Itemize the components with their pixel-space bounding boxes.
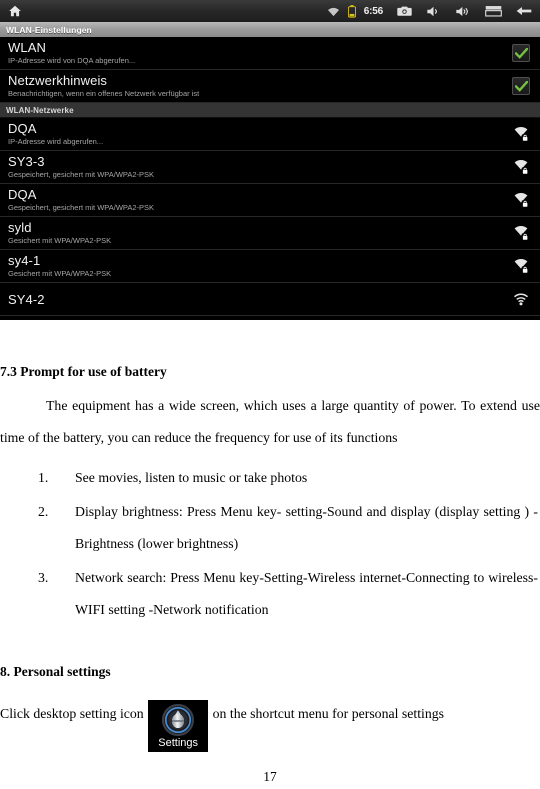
settings-app-icon[interactable]: Settings [148, 700, 209, 752]
network-status: IP-Adresse wird abgerufen... [8, 137, 104, 146]
network-ssid: SY3-3 [8, 154, 45, 169]
wifi-icon [327, 6, 340, 17]
paragraph-battery-intro: The equipment has a wide screen, which u… [0, 398, 540, 445]
network-signal [512, 158, 530, 176]
home-icon[interactable] [8, 4, 22, 18]
network-row[interactable]: SY4-2 [0, 283, 540, 316]
list-item: 2. Display brightness: Press Menu key- s… [0, 496, 540, 560]
network-text: DQA Gespeichert, gesichert mit WPA/WPA2-… [8, 187, 504, 213]
network-ssid: syld [8, 220, 32, 235]
list-item-number: 2. [38, 504, 49, 519]
section-header-wlan-networks: WLAN-Netzwerke [0, 103, 540, 118]
network-status: Gesichert mit WPA/WPA2-PSK [8, 236, 112, 245]
preference-row-network-notification[interactable]: Netzwerkhinweis Benachrichtigen, wenn ei… [0, 70, 540, 103]
network-signal [512, 191, 530, 209]
wifi-secured-icon [512, 257, 530, 275]
network-text: SY4-2 [8, 292, 504, 307]
preference-subtitle: IP-Adresse wird von DQA abgerufen... [8, 56, 136, 65]
wifi-secured-icon [512, 125, 530, 143]
preference-title: WLAN [8, 40, 46, 55]
list-item-text: Network search: Press Menu key-Setting-W… [75, 570, 538, 617]
preference-title: Netzwerkhinweis [8, 73, 108, 88]
battery-tips-list: 1. See movies, listen to music or take p… [0, 462, 540, 626]
network-row[interactable]: DQA IP-Adresse wird abgerufen... [0, 118, 540, 151]
settings-instruction-suffix: on the shortcut menu for personal settin… [212, 706, 445, 721]
wifi-secured-icon [512, 224, 530, 242]
recent-apps-icon[interactable] [485, 5, 502, 17]
status-bar-right: 6:56 [327, 4, 532, 18]
preference-control [512, 44, 530, 62]
list-item: 3. Network search: Press Menu key-Settin… [0, 562, 540, 626]
settings-instruction-line: Click desktop setting icon Settings on t… [0, 698, 540, 752]
network-signal [512, 257, 530, 275]
heading-8: 8. Personal settings [0, 664, 111, 679]
status-bar-clock: 6:56 [363, 5, 383, 17]
wifi-open-icon [512, 290, 530, 308]
network-notification-checkbox[interactable] [512, 77, 530, 95]
network-status: Gespeichert, gesichert mit WPA/WPA2-PSK [8, 203, 155, 212]
screen-title-bar: WLAN-Einstellungen [0, 22, 540, 37]
network-row[interactable]: SY3-3 Gespeichert, gesichert mit WPA/WPA… [0, 151, 540, 184]
network-row[interactable]: sy4-1 Gesichert mit WPA/WPA2-PSK [0, 250, 540, 283]
network-text: sy4-1 Gesichert mit WPA/WPA2-PSK [8, 253, 504, 279]
settings-icon-label: Settings [158, 737, 199, 749]
preference-subtitle: Benachrichtigen, wenn ein offenes Netzwe… [8, 89, 200, 98]
status-bar: 6:56 [0, 0, 540, 22]
list-item-text: See movies, listen to music or take phot… [75, 470, 308, 485]
wifi-secured-icon [512, 158, 530, 176]
android-screenshot: 6:56 WLAN-Einstellungen WLAN IP-Adresse … [0, 0, 540, 320]
section-header-label: WLAN-Netzwerke [6, 105, 74, 115]
document-body: 7.3 Prompt for use of battery The equipm… [0, 364, 540, 752]
network-row[interactable]: DQA Gespeichert, gesichert mit WPA/WPA2-… [0, 184, 540, 217]
preference-row-wlan[interactable]: WLAN IP-Adresse wird von DQA abgerufen..… [0, 37, 540, 70]
back-arrow-icon[interactable] [516, 5, 532, 17]
network-text: syld Gesichert mit WPA/WPA2-PSK [8, 220, 504, 246]
list-item: 1. See movies, listen to music or take p… [0, 462, 540, 494]
screen-title: WLAN-Einstellungen [6, 24, 92, 35]
network-status: Gespeichert, gesichert mit WPA/WPA2-PSK [8, 170, 155, 179]
camera-icon[interactable] [397, 5, 412, 17]
network-signal [512, 290, 530, 308]
network-text: SY3-3 Gespeichert, gesichert mit WPA/WPA… [8, 154, 504, 180]
network-signal [512, 125, 530, 143]
network-ssid: DQA [8, 121, 37, 136]
network-ssid: SY4-2 [8, 291, 45, 307]
page-number: 17 [263, 769, 277, 784]
wlan-checkbox[interactable] [512, 44, 530, 62]
list-item-text: Display brightness: Press Menu key- sett… [75, 504, 538, 551]
network-status: Gesichert mit WPA/WPA2-PSK [8, 269, 112, 278]
wifi-secured-icon [512, 191, 530, 209]
settings-dial-icon [160, 702, 196, 738]
heading-7-3: 7.3 Prompt for use of battery [0, 364, 167, 379]
volume-up-icon[interactable] [455, 5, 471, 18]
list-item-number: 3. [38, 570, 49, 585]
network-row[interactable]: syld Gesichert mit WPA/WPA2-PSK [0, 217, 540, 250]
battery-icon [347, 4, 356, 18]
status-bar-left [8, 4, 22, 18]
volume-down-icon[interactable] [426, 5, 441, 18]
list-item-number: 1. [38, 470, 49, 485]
network-text: DQA IP-Adresse wird abgerufen... [8, 121, 504, 147]
network-signal [512, 224, 530, 242]
preference-text: WLAN IP-Adresse wird von DQA abgerufen..… [8, 40, 504, 66]
network-ssid: sy4-1 [8, 253, 41, 268]
network-ssid: DQA [8, 187, 37, 202]
preference-control [512, 77, 530, 95]
settings-instruction-prefix: Click desktop setting icon [0, 706, 144, 721]
preference-text: Netzwerkhinweis Benachrichtigen, wenn ei… [8, 73, 504, 99]
